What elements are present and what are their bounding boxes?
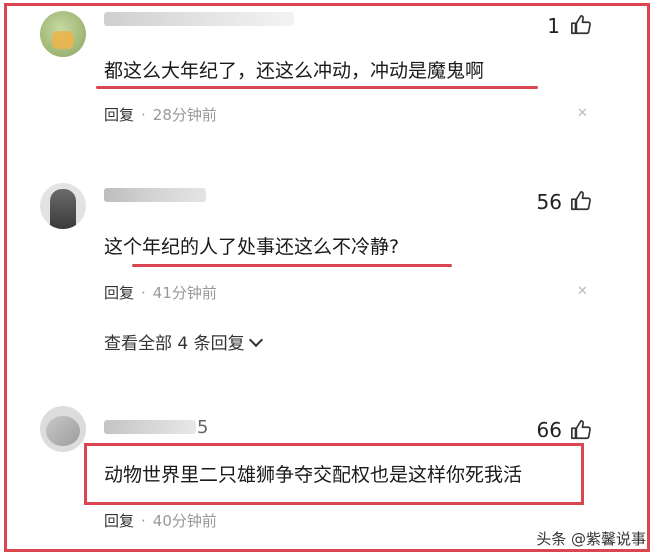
- comment-meta: 回复 · 40分钟前: [104, 512, 217, 530]
- comment-time: 28分钟前: [152, 106, 217, 124]
- highlight-underline: [96, 86, 538, 89]
- username-tail: 5: [197, 417, 209, 438]
- comment-text: 都这么大年纪了，还这么冲动，冲动是魔鬼啊: [104, 60, 485, 82]
- view-all-replies-link[interactable]: 查看全部 4 条回复: [104, 329, 263, 354]
- like-count: 56: [536, 190, 562, 214]
- username-blurred[interactable]: [104, 188, 206, 202]
- close-icon[interactable]: ✕: [577, 284, 588, 299]
- avatar[interactable]: [40, 183, 86, 229]
- highlight-underline: [132, 264, 452, 267]
- comment-time: 40分钟前: [152, 512, 217, 530]
- avatar[interactable]: [40, 11, 86, 57]
- thumbs-up-icon[interactable]: [570, 419, 592, 441]
- username-blurred[interactable]: [104, 420, 196, 434]
- reply-button[interactable]: 回复: [104, 284, 134, 302]
- comment-meta: 回复 · 28分钟前: [104, 106, 217, 124]
- close-icon[interactable]: ✕: [577, 106, 588, 121]
- comment-text: 动物世界里二只雄狮争夺交配权也是这样你死我活: [104, 464, 523, 486]
- username-blurred[interactable]: [104, 12, 294, 26]
- comment-time: 41分钟前: [152, 284, 217, 302]
- watermark: 头条 @紫馨说事: [536, 530, 646, 548]
- reply-button[interactable]: 回复: [104, 106, 134, 124]
- thumbs-up-icon[interactable]: [570, 190, 592, 212]
- like-count: 66: [536, 418, 562, 442]
- chevron-down-icon: [248, 332, 263, 348]
- thumbs-up-icon[interactable]: [570, 14, 592, 36]
- like-count: 1: [547, 14, 560, 38]
- comment-text: 这个年纪的人了处事还这么不冷静?: [104, 236, 400, 258]
- comment-meta: 回复 · 41分钟前: [104, 284, 217, 302]
- reply-button[interactable]: 回复: [104, 512, 134, 530]
- view-all-replies-label: 查看全部 4 条回复: [104, 334, 245, 354]
- avatar[interactable]: [40, 406, 86, 452]
